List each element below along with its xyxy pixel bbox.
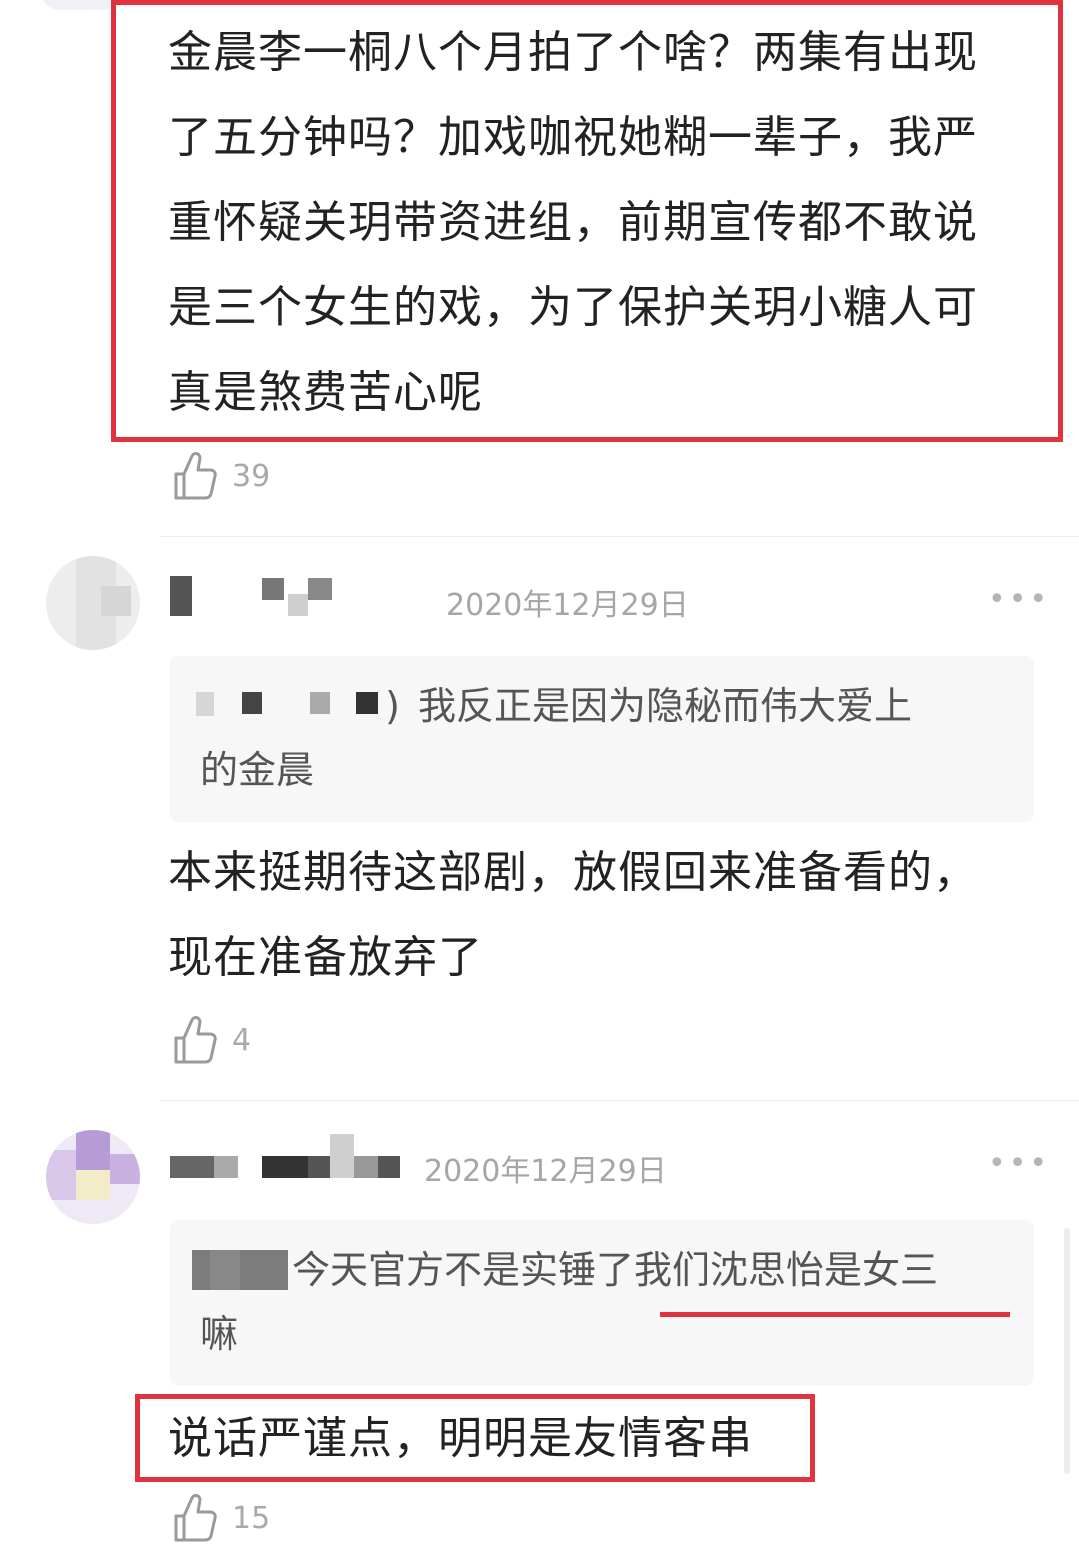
- username-redacted[interactable]: [170, 576, 430, 620]
- comment-line: 了五分钟吗？加戏咖祝她糊一辈子，我严: [168, 112, 978, 163]
- quote-line: 的金晨: [200, 748, 315, 792]
- comment-line: 现在准备放弃了: [168, 932, 483, 983]
- avatar[interactable]: [46, 1130, 140, 1224]
- quote-line: 我反正是因为隐秘而伟大爱上: [418, 684, 913, 728]
- comment-text: 说话严谨点，明明是友情客串: [168, 1396, 1048, 1481]
- thumbs-up-icon: [172, 1014, 218, 1066]
- username-redacted[interactable]: [170, 1134, 406, 1190]
- comment-date: 2020年12月29日: [446, 588, 689, 623]
- quoted-reply[interactable]: 今天官方不是实锤了我们沈思怡是女三 嘛: [170, 1220, 1034, 1386]
- more-dots-icon[interactable]: •••: [988, 582, 1050, 617]
- divider: [160, 1100, 1079, 1101]
- comment-text: 金晨李一桐八个月拍了个啥？两集有出现 了五分钟吗？加戏咖祝她糊一辈子，我严 重怀…: [168, 10, 1048, 435]
- comment-line: 金晨李一桐八个月拍了个啥？两集有出现: [168, 27, 978, 78]
- like-count: 15: [232, 1500, 271, 1536]
- underline-annotation: [660, 1312, 1010, 1317]
- like-button[interactable]: 15: [172, 1490, 270, 1546]
- comment-line: 是三个女生的戏，为了保护关玥小糖人可: [168, 282, 978, 333]
- divider: [160, 536, 1079, 537]
- comment-line: 重怀疑关玥带资进组，前期宣传都不敢说: [168, 197, 978, 248]
- like-count: 4: [232, 1022, 252, 1058]
- quote-line: 今天官方不是实锤了我们沈思怡是女三: [292, 1248, 939, 1292]
- quote-author-suffix: ): [385, 684, 400, 728]
- quoted-reply[interactable]: ) 我反正是因为隐秘而伟大爱上 的金晨: [170, 656, 1034, 822]
- comment-text: 本来挺期待这部剧，放假回来准备看的， 现在准备放弃了: [168, 830, 1048, 1000]
- comment-line: 真是煞费苦心呢: [168, 367, 483, 418]
- like-button[interactable]: 4: [172, 1012, 251, 1068]
- thumbs-up-icon: [172, 1492, 218, 1544]
- thumbs-up-icon: [172, 450, 218, 502]
- like-count: 39: [232, 458, 271, 494]
- more-dots-icon[interactable]: •••: [988, 1146, 1050, 1181]
- avatar[interactable]: [46, 556, 140, 650]
- comment-date: 2020年12月29日: [424, 1154, 667, 1189]
- avatar[interactable]: [40, 0, 120, 10]
- like-button[interactable]: 39: [172, 448, 270, 504]
- scrollbar[interactable]: [1064, 1228, 1070, 1474]
- comment-line: 说话严谨点，明明是友情客串: [168, 1413, 753, 1464]
- comment-line: 本来挺期待这部剧，放假回来准备看的，: [168, 847, 978, 898]
